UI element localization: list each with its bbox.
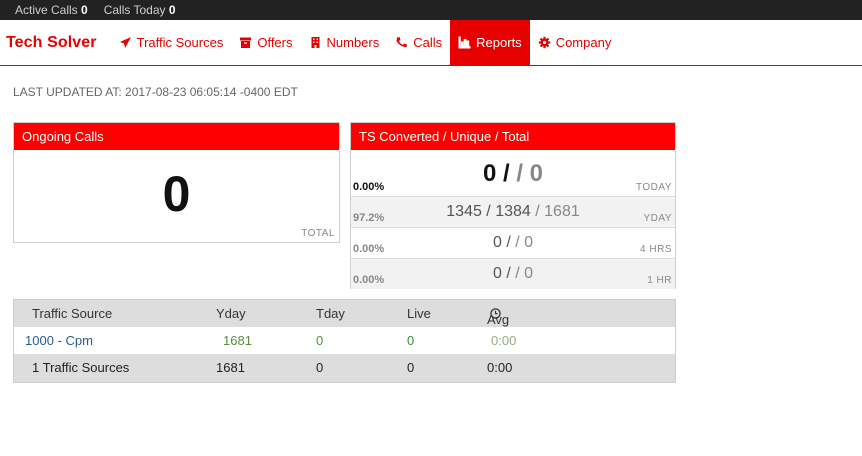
bar-chart-icon [458, 36, 471, 49]
column-header[interactable]: Traffic Source [32, 306, 112, 321]
ongoing-calls-value: 0 [162, 166, 191, 222]
ts-row-4hrs: 0.00% 0 / / 0 4 HRS [351, 227, 675, 258]
ts-row-yday: 97.2% 1345 / 1384 / 1681 YDAY [351, 196, 675, 227]
ts-values: 0 / / 0 [482, 160, 544, 187]
nav-label: Calls [413, 35, 443, 50]
ongoing-calls-footer: TOTAL [301, 228, 335, 239]
column-header[interactable]: Tday [316, 306, 345, 321]
last-updated: LAST UPDATED AT: 2017-08-23 06:05:14 -04… [13, 85, 298, 99]
column-header-avg[interactable]: Avg [487, 306, 509, 327]
nav-calls[interactable]: Calls [387, 20, 450, 65]
ts-period-label: YDAY [643, 213, 672, 224]
nav-reports[interactable]: Reports [450, 20, 530, 65]
footer-tday: 0 [316, 360, 324, 375]
paper-plane-icon [119, 36, 132, 49]
ongoing-calls-title: Ongoing Calls [14, 123, 339, 150]
ts-converted: 0 [492, 234, 502, 251]
table-header: Traffic Source Yday Tday Live Avg [14, 300, 675, 327]
ts-row-today: 0.00% 0 / / 0 TODAY [351, 150, 675, 196]
traffic-source-table: Traffic Source Yday Tday Live Avg 1000 -… [13, 299, 676, 383]
active-calls-label: Active Calls [15, 3, 78, 17]
cell-live: 0 [407, 333, 415, 348]
footer-avg: 0:00 [487, 360, 513, 375]
ts-converted-panel: TS Converted / Unique / Total 0.00% 0 / … [350, 122, 676, 289]
ts-values: 0 / / 0 [492, 265, 534, 282]
cell-yday: 1681 [223, 333, 252, 348]
main-nav: Tech Solver Traffic Sources Offers Numbe… [0, 20, 862, 66]
cell-avg: 0:00 [491, 333, 517, 348]
ts-period-label: 1 HR [647, 275, 672, 286]
gear-icon [538, 36, 551, 49]
ts-total: 0 [529, 160, 544, 187]
footer-yday: 1681 [216, 360, 245, 375]
ts-period-label: 4 HRS [640, 244, 672, 255]
table-footer: 1 Traffic Sources 1681 0 0 0:00 [14, 354, 675, 382]
phone-icon [395, 36, 408, 49]
ts-values: 1345 / 1384 / 1681 [446, 203, 580, 220]
table-row[interactable]: 1000 - Cpm 1681 0 0 0:00 [14, 327, 675, 354]
ts-total: 1681 [544, 203, 580, 220]
column-header[interactable]: Live [407, 306, 431, 321]
footer-count: 1 Traffic Sources [32, 360, 130, 375]
active-calls-value: 0 [81, 3, 88, 17]
archive-icon [239, 36, 252, 49]
ts-converted: 0 [492, 265, 502, 282]
nav-numbers[interactable]: Numbers [301, 20, 388, 65]
nav-label: Company [555, 35, 612, 50]
building-icon [309, 36, 322, 49]
ts-unique: 1384 [495, 203, 531, 220]
brand-logo[interactable]: Tech Solver [0, 20, 111, 65]
ts-values: 0 / / 0 [492, 234, 534, 251]
traffic-source-link[interactable]: 1000 - Cpm [25, 333, 93, 348]
nav-company[interactable]: Company [530, 20, 620, 65]
status-bar: Active Calls 0 Calls Today 0 [0, 0, 862, 20]
cell-tday: 0 [316, 333, 324, 348]
column-header[interactable]: Yday [216, 306, 246, 321]
ts-row-1hr: 0.00% 0 / / 0 1 HR [351, 258, 675, 289]
column-header-label: Avg [487, 312, 510, 327]
ts-period-label: TODAY [635, 182, 672, 193]
ts-total: 0 [524, 265, 534, 282]
ongoing-calls-panel: Ongoing Calls 0 TOTAL [13, 122, 340, 243]
active-calls-stat: Active Calls 0 [15, 3, 88, 17]
ts-converted-title: TS Converted / Unique / Total [351, 123, 675, 150]
ts-converted: 1345 [446, 203, 482, 220]
nav-label: Offers [257, 35, 293, 50]
nav-traffic-sources[interactable]: Traffic Sources [111, 20, 232, 65]
nav-offers[interactable]: Offers [231, 20, 300, 65]
ts-total: 0 [524, 234, 534, 251]
ts-converted: 0 [482, 160, 497, 187]
footer-live: 0 [407, 360, 415, 375]
nav-label: Reports [476, 35, 522, 50]
calls-today-stat: Calls Today 0 [104, 3, 176, 17]
nav-label: Traffic Sources [136, 35, 224, 50]
calls-today-value: 0 [168, 3, 176, 17]
nav-label: Numbers [326, 35, 380, 50]
calls-today-label: Calls Today [103, 3, 166, 17]
